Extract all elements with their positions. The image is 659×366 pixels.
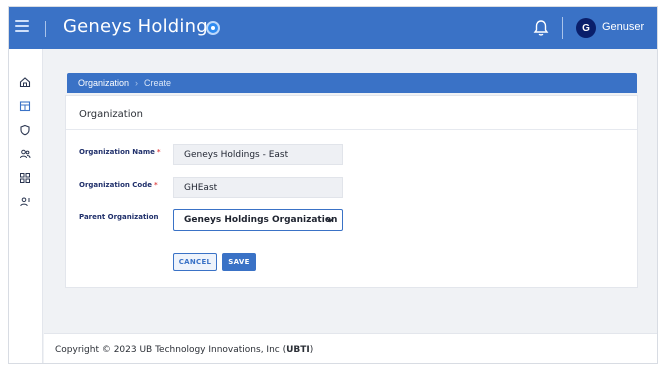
breadcrumb: Organization › Create — [67, 73, 637, 93]
footer: Copyright © 2023 UB Technology Innovatio… — [44, 333, 657, 363]
organization-name-label: Organization Name * — [79, 148, 161, 156]
save-button[interactable]: SAVE — [222, 253, 256, 271]
header-divider-right — [562, 17, 563, 39]
required-marker: * — [154, 181, 158, 189]
hamburger-icon[interactable] — [15, 20, 29, 34]
app-window: Geneys Holdings G Genuser Organization ›… — [8, 6, 658, 364]
avatar[interactable]: G — [576, 18, 596, 38]
organization-code-input[interactable]: GHEast — [173, 177, 343, 198]
form-title: Organization — [79, 109, 143, 120]
bell-icon[interactable] — [533, 19, 549, 37]
card-divider — [66, 129, 637, 130]
footer-close: ) — [309, 344, 314, 355]
organization-code-label: Organization Code * — [79, 181, 158, 189]
breadcrumb-separator: › — [135, 78, 139, 88]
sidebar — [9, 49, 43, 363]
username[interactable]: Genuser — [602, 21, 644, 33]
parent-organization-value: Geneys Holdings Organization — [184, 215, 338, 225]
header-divider — [45, 21, 46, 37]
cancel-button[interactable]: CANCEL — [173, 253, 217, 271]
users-icon[interactable] — [18, 147, 32, 161]
top-bar: Geneys Holdings G Genuser — [9, 7, 657, 49]
user-settings-icon[interactable] — [18, 195, 32, 209]
building-icon[interactable] — [18, 99, 32, 113]
chevron-down-icon — [326, 218, 334, 223]
footer-copyright: Copyright © 2023 UB Technology Innovatio… — [55, 344, 287, 355]
organization-code-label-text: Organization Code — [79, 181, 152, 189]
app-title: Geneys Holdings — [63, 16, 218, 37]
parent-organization-label: Parent Organization — [79, 213, 159, 221]
required-marker: * — [156, 148, 161, 156]
grid-icon[interactable] — [18, 171, 32, 185]
home-icon[interactable] — [18, 75, 32, 89]
shield-icon[interactable] — [18, 123, 32, 137]
breadcrumb-current: Create — [144, 78, 172, 88]
footer-company-abbr: UBTI — [286, 344, 310, 355]
organization-name-input[interactable]: Geneys Holdings - East — [173, 144, 343, 165]
organization-form-card: Organization Organization Name * Geneys H… — [65, 95, 638, 288]
brand-badge-icon — [206, 21, 220, 35]
breadcrumb-root[interactable]: Organization — [78, 78, 129, 88]
parent-organization-select[interactable]: Geneys Holdings Organization — [173, 209, 343, 231]
organization-name-label-text: Organization Name — [79, 148, 155, 156]
